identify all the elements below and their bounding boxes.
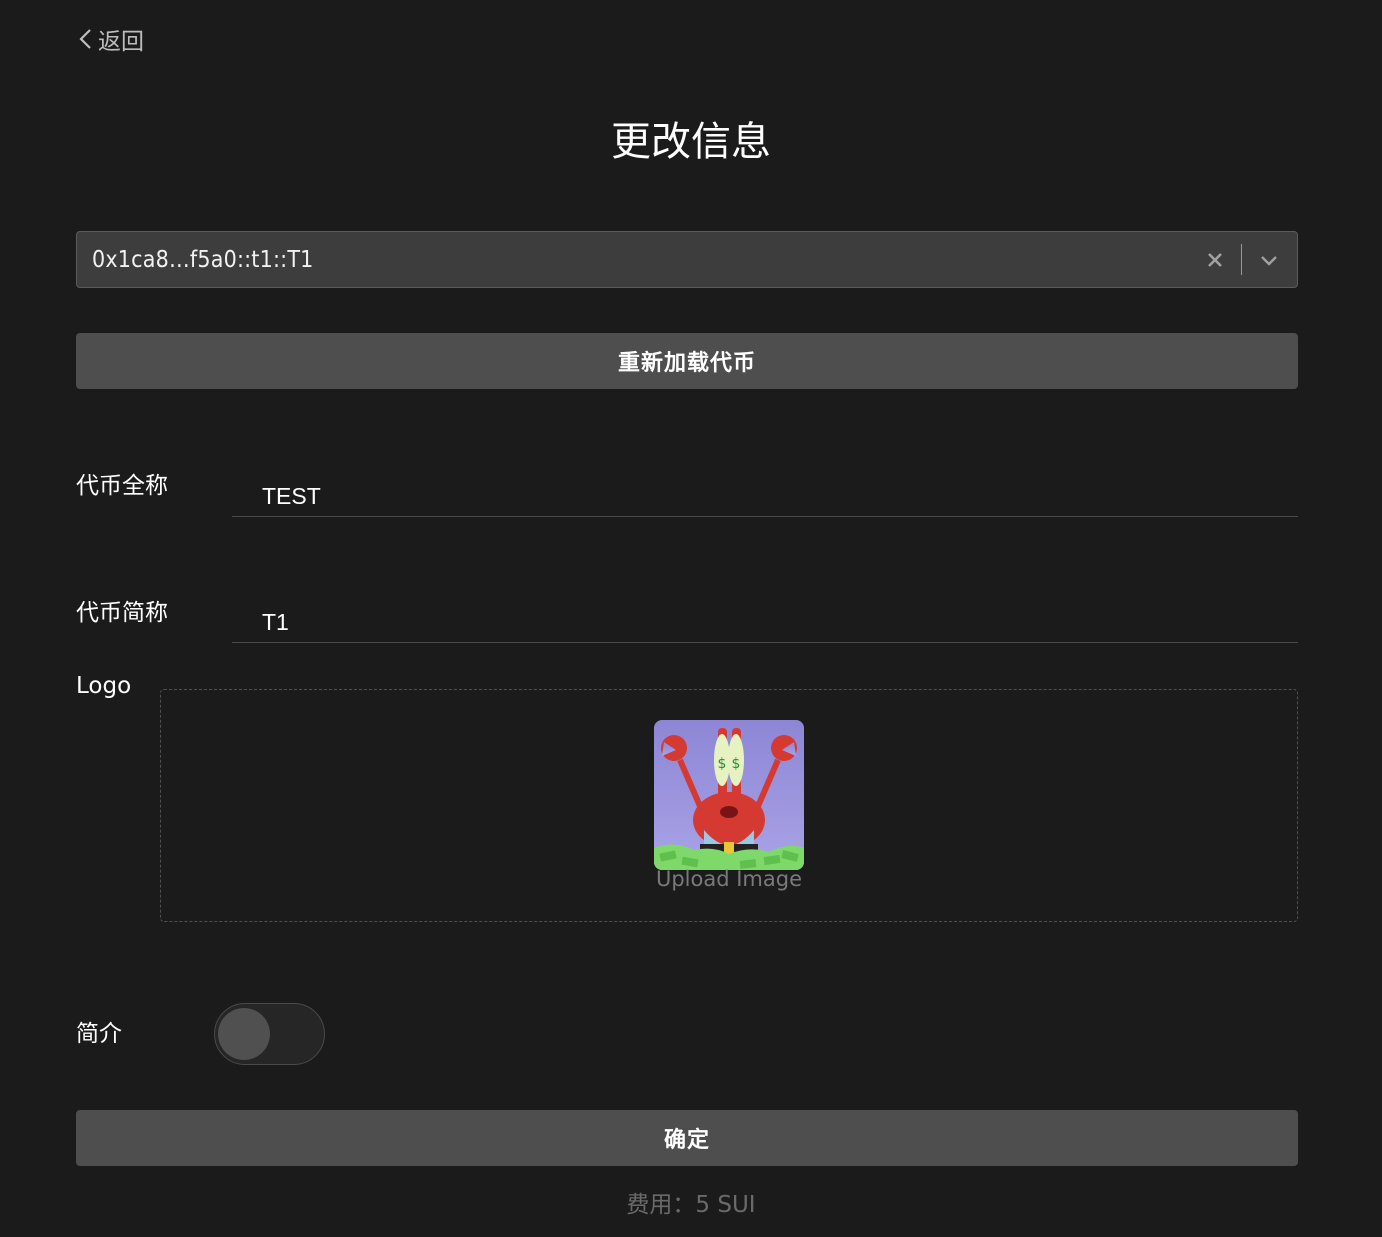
reload-token-button[interactable]: 重新加载代币 — [76, 333, 1298, 389]
svg-text:$: $ — [718, 756, 727, 772]
full-name-label: 代币全称 — [76, 473, 168, 499]
back-label: 返回 — [98, 29, 144, 55]
token-select-value: 0x1ca8…f5a0::t1::T1 — [92, 247, 314, 273]
close-icon[interactable] — [1203, 248, 1227, 272]
select-separator — [1241, 244, 1242, 275]
logo-image: $ $ — [654, 720, 804, 870]
chevron-down-icon[interactable] — [1257, 248, 1281, 272]
confirm-button[interactable]: 确定 — [76, 1110, 1298, 1166]
logo-label: Logo — [76, 673, 132, 699]
toggle-knob — [218, 1008, 270, 1060]
chevron-left-icon — [79, 29, 91, 49]
token-select[interactable]: 0x1ca8…f5a0::t1::T1 — [76, 231, 1298, 288]
upload-image-text: Upload Image — [655, 867, 803, 891]
description-toggle[interactable] — [214, 1003, 325, 1065]
fee-text: 费用：5 SUI — [626, 1192, 756, 1218]
description-label: 简介 — [76, 1021, 122, 1047]
back-link[interactable]: 返回 — [76, 22, 144, 56]
symbol-input[interactable] — [232, 603, 1298, 643]
svg-text:$: $ — [732, 756, 741, 772]
symbol-label: 代币简称 — [76, 600, 168, 626]
full-name-input[interactable] — [232, 477, 1298, 517]
logo-upload-area[interactable]: $ $ Upload Image — [160, 689, 1298, 922]
page-title: 更改信息 — [611, 119, 771, 165]
